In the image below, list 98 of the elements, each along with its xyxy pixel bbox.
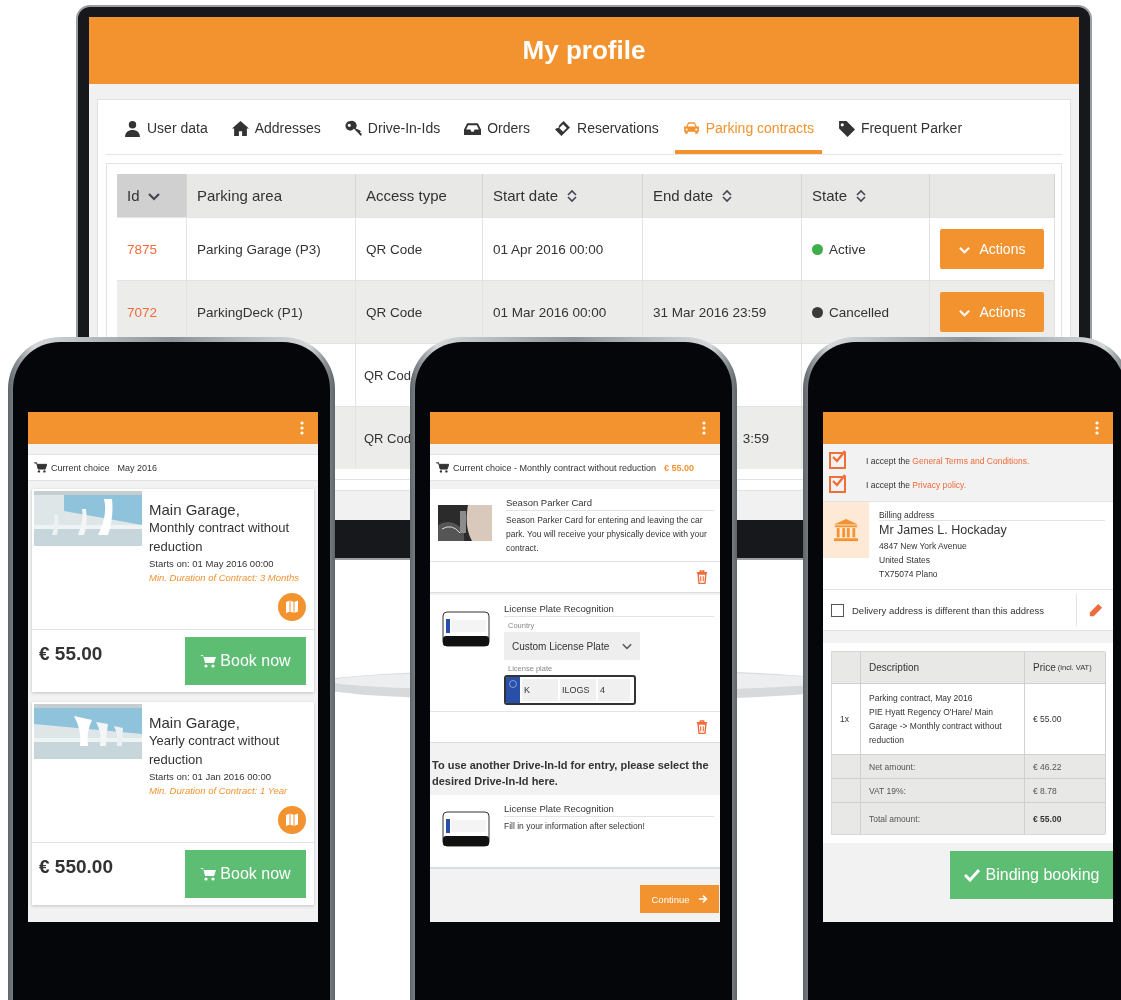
- table-cell-text: QR Cod: [364, 430, 411, 446]
- more-icon[interactable]: [702, 421, 706, 435]
- column-header[interactable]: Start date: [483, 174, 643, 217]
- table-cell-text: Parking Garage (P3): [197, 241, 321, 257]
- summary-label: VAT 19%:: [869, 785, 906, 796]
- offer-subtitle: Monthly contract without reduction: [149, 519, 291, 556]
- key-icon: [344, 119, 362, 137]
- table-cell-text: 3:59: [742, 430, 769, 446]
- quantity-text: 1x: [840, 714, 849, 724]
- summary-label: Net amount:: [869, 761, 916, 772]
- price-text: € 55.00: [1033, 714, 1062, 724]
- table-cell-text: 31 Mar 2016 23:59: [653, 304, 767, 320]
- cart-icon: [200, 867, 217, 881]
- start-text: Starts on: 01 Jan 2016 00:00: [149, 771, 272, 782]
- column-header: Description: [861, 652, 1025, 683]
- consent-text: I accept the Privacy policy.: [866, 479, 966, 490]
- item-title: Season Parker Card: [506, 497, 714, 511]
- check-icon: [963, 868, 980, 882]
- offer-title: Main Garage,: [149, 501, 241, 518]
- summary-label: Total amount:: [869, 813, 921, 824]
- consent-text: I accept the General Terms and Conditions.: [866, 455, 1030, 466]
- plate-field[interactable]: 4: [598, 679, 630, 701]
- table-cell-text: 01 Apr 2016 00:00: [493, 241, 604, 257]
- table-cell-text: 01 Mar 2016 00:00: [493, 304, 607, 320]
- delivery-label: Delivery address is different than this address: [852, 604, 1046, 616]
- arrow-right-icon: [697, 894, 708, 904]
- item-description: Fill in your information after selection!: [504, 820, 646, 833]
- column-header[interactable]: Parking area: [187, 174, 356, 217]
- sort-icon: [721, 188, 734, 203]
- sort-icon: [566, 188, 579, 203]
- tab[interactable]: Addresses: [223, 106, 329, 154]
- column-header[interactable]: Id: [117, 174, 187, 217]
- status-text: Cancelled: [829, 304, 890, 320]
- checkbox[interactable]: [829, 476, 846, 493]
- table-cell-text: ParkingDeck (P1): [197, 304, 303, 320]
- table-cell-text: QR Cod: [364, 367, 411, 383]
- item-description: Season Parker Card for entering and leaving the car park. You will receive your physically device with your contract.: [506, 514, 708, 555]
- cart-icon: [34, 462, 47, 473]
- plate-field[interactable]: ILOGS: [560, 679, 596, 701]
- more-icon[interactable]: [300, 421, 304, 435]
- plate-field[interactable]: K: [522, 679, 558, 701]
- map-icon[interactable]: [278, 593, 306, 621]
- price-text: € 55.00: [39, 643, 103, 665]
- eu-strip-icon: [506, 677, 520, 703]
- item-title: License Plate Recognition: [504, 803, 714, 817]
- duration-text: Min. Duration of Contract: 1 Year: [149, 785, 289, 796]
- choice-label: Current choice - Monthly contract without reduction: [453, 462, 657, 473]
- user-icon: [124, 119, 141, 137]
- billing-label: Billing address: [879, 510, 1105, 521]
- address-line: TX75074 Plano: [879, 568, 939, 581]
- option-card[interactable]: License Plate Recognition Fill in your information after selection!: [430, 795, 720, 869]
- bank-icon: [833, 518, 859, 542]
- price-text: € 550.00: [39, 856, 113, 878]
- pencil-icon[interactable]: [1087, 602, 1103, 618]
- description-text: PIE Hyatt Regency O'Hare/ Main Garage -> Monthly contract without reduction: [869, 706, 1003, 747]
- cart-icon: [200, 654, 217, 668]
- choice-value: May 2016: [117, 462, 158, 473]
- choice-price: € 55.00: [664, 462, 695, 473]
- summary-value: € 55.00: [1033, 813, 1062, 824]
- tab[interactable]: Orders: [456, 106, 538, 154]
- more-icon[interactable]: [1095, 421, 1099, 435]
- car-icon: [682, 119, 700, 137]
- tab[interactable]: Reservations: [546, 106, 667, 154]
- trash-icon[interactable]: [696, 570, 708, 584]
- column-header[interactable]: Access type: [356, 174, 483, 217]
- tag-icon: [837, 119, 855, 137]
- tab[interactable]: User data: [116, 106, 216, 154]
- summary-value: € 8.78: [1033, 785, 1057, 796]
- sort-icon: [855, 188, 868, 203]
- duration-text: Min. Duration of Contract: 3 Months: [149, 572, 300, 583]
- description-text: Parking contract, May 2016: [869, 692, 973, 705]
- start-text: Starts on: 01 May 2016 00:00: [149, 558, 275, 569]
- table-cell-text: QR Code: [366, 304, 423, 320]
- ticket-icon: [554, 119, 571, 137]
- notice-text: To use another Drive-In-Id for entry, please select the desired Drive-In-Id here.: [431, 758, 710, 789]
- map-icon[interactable]: [278, 806, 306, 834]
- column-header[interactable]: End date: [643, 174, 802, 217]
- page-title: My profile: [522, 35, 646, 66]
- status-text: Active: [829, 241, 866, 257]
- summary-value: € 46.22: [1033, 761, 1062, 772]
- column-header[interactable]: State: [802, 174, 930, 217]
- cart-icon: [436, 462, 449, 473]
- tab[interactable]: Drive-In-Ids: [336, 106, 449, 154]
- address-line: United States: [879, 554, 932, 567]
- offer-title: Main Garage,: [149, 714, 241, 731]
- billing-name: Mr James L. Hockaday: [879, 523, 1008, 537]
- item-title: License Plate Recognition: [504, 603, 714, 617]
- table-cell-text: QR Code: [366, 241, 423, 257]
- country-select[interactable]: Custom License Plate: [504, 632, 640, 660]
- checkbox[interactable]: [831, 603, 844, 617]
- address-line: 4847 New York Avenue: [879, 540, 968, 553]
- chevron-down-icon: [622, 641, 632, 651]
- trash-icon[interactable]: [696, 720, 708, 734]
- offer-subtitle: Yearly contract without reduction: [149, 732, 281, 769]
- tab[interactable]: Frequent Parker: [829, 106, 971, 154]
- home-icon: [231, 119, 249, 137]
- choice-label: Current choice: [51, 462, 110, 473]
- checkbox[interactable]: [829, 452, 846, 469]
